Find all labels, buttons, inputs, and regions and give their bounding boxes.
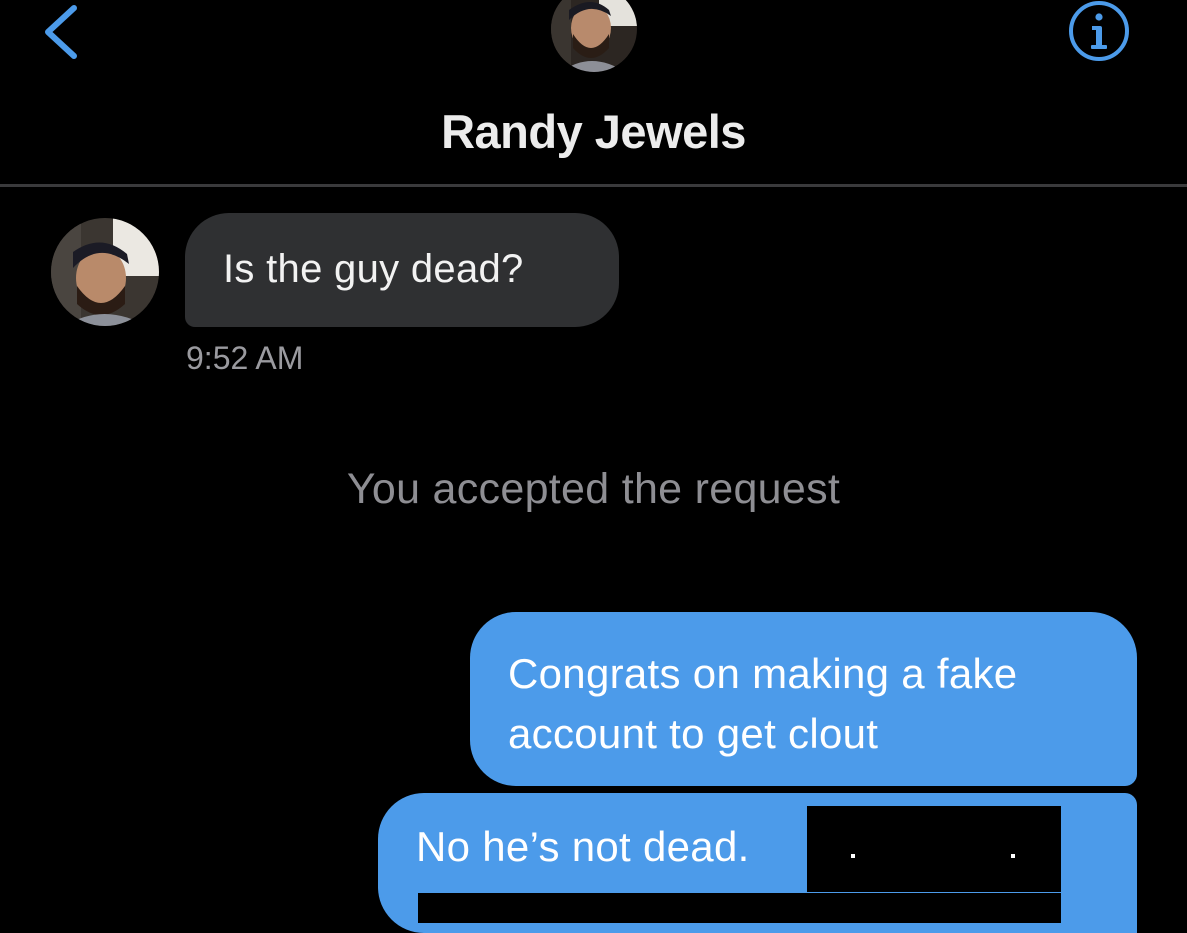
outgoing-message-bubble[interactable]: Congrats on making a fake account to get… [470,612,1137,786]
outgoing-message-text: Congrats on making a fake account to get… [508,650,1018,757]
chevron-left-icon [45,5,77,59]
redaction-box [807,806,1061,892]
contact-name: Randy Jewels [441,105,746,158]
request-accepted-note: You accepted the request [346,465,841,513]
redaction-box [418,893,1061,923]
incoming-message-text: Is the guy dead? [223,247,524,291]
message-timestamp: 9:52 AM [186,340,304,376]
chat-header: Randy Jewels [0,0,1187,187]
avatar-photo-icon [551,0,637,72]
contact-avatar[interactable] [551,0,637,72]
redaction-artifact [1011,854,1015,858]
incoming-message-bubble[interactable]: Is the guy dead? [185,213,619,327]
outgoing-message-text: No he’s not dead. [416,823,750,870]
back-button[interactable] [36,2,90,64]
info-button[interactable] [1062,0,1136,64]
redaction-artifact [851,854,855,858]
info-circle-icon [1069,1,1129,61]
sender-avatar[interactable] [51,218,159,326]
header-divider [0,184,1187,187]
avatar-photo-icon [51,218,159,326]
